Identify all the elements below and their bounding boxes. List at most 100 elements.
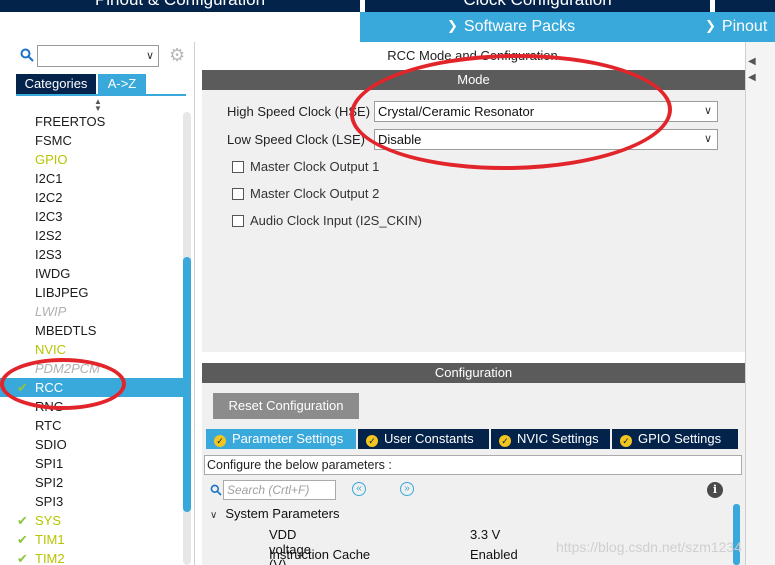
chevron-down-icon[interactable]: ∨: [146, 49, 154, 62]
mode-header: Mode: [202, 70, 745, 90]
peripheral-item[interactable]: IWDG: [0, 264, 185, 283]
search-icon[interactable]: [210, 484, 222, 496]
peripheral-label: NVIC: [35, 342, 67, 357]
peripheral-label: I2S2: [35, 228, 62, 243]
peripheral-label: I2C2: [35, 190, 63, 205]
configuration-header: Configuration: [202, 363, 745, 383]
reset-configuration-button[interactable]: Reset Configuration: [213, 393, 359, 419]
next-match-icon[interactable]: »: [400, 482, 414, 496]
tab-underline: [16, 94, 186, 96]
collapse-arrow-icon[interactable]: ◀: [748, 56, 756, 67]
right-collapsed-panel: ◀ ◀: [745, 42, 775, 565]
chevron-down-icon[interactable]: ∨: [210, 510, 217, 521]
peripheral-item[interactable]: I2C3: [0, 207, 185, 226]
peripheral-label: LWIP: [35, 304, 67, 319]
pinout-label: Pinout: [721, 18, 768, 35]
peripheral-label: IWDG: [35, 266, 71, 281]
peripheral-item[interactable]: PDM2PCM: [0, 359, 185, 378]
audio-clock-checkbox[interactable]: [232, 215, 244, 227]
tab-label: Parameter Settings: [232, 431, 344, 446]
param-value: 3.3 V: [470, 527, 501, 542]
tab-clock-configuration[interactable]: Clock Configuration: [365, 0, 710, 12]
tab-categories[interactable]: Categories: [16, 74, 96, 94]
check-circle-icon: ✓: [366, 435, 378, 447]
peripheral-item[interactable]: GPIO: [0, 150, 185, 169]
software-packs-menu[interactable]: ❯ Software Packs: [447, 16, 575, 38]
peripheral-label: LIBJPEG: [35, 285, 89, 300]
audio-clock-checkbox-row[interactable]: Audio Clock Input (I2S_CKIN): [232, 213, 422, 228]
peripheral-item[interactable]: RNG: [0, 397, 185, 416]
mco1-checkbox-row[interactable]: Master Clock Output 1: [232, 159, 379, 174]
search-icon[interactable]: [20, 48, 34, 62]
parameter-search-input[interactable]: Search (Crtl+F): [223, 480, 336, 500]
peripheral-item[interactable]: SPI2: [0, 473, 185, 492]
checkmark-icon: ✔: [17, 380, 28, 395]
scrollbar-thumb[interactable]: [733, 504, 740, 565]
gear-icon[interactable]: ⚙: [169, 46, 185, 64]
configuration-section: Reset Configuration ✓ Parameter Settings …: [202, 383, 745, 565]
peripheral-label: SYS: [35, 513, 62, 528]
peripheral-item[interactable]: I2C2: [0, 188, 185, 207]
tab-label: GPIO Settings: [638, 431, 722, 446]
peripheral-item[interactable]: I2S3: [0, 245, 185, 264]
scrollbar-thumb[interactable]: [183, 257, 191, 512]
peripheral-item[interactable]: LIBJPEG: [0, 283, 185, 302]
pinout-menu[interactable]: ❯ Pinout: [705, 16, 767, 38]
peripheral-item[interactable]: I2C1: [0, 169, 185, 188]
peripheral-list: FREERTOS FSMC GPIO I2C1 I2C2 I2C3 I2S2 I2S3 IWDG…: [0, 112, 185, 565]
checkmark-icon: ✔: [17, 532, 28, 547]
param-name: Instruction Cache: [269, 547, 371, 562]
peripheral-item[interactable]: ✔ TIM2: [0, 549, 185, 565]
tab-nvic-settings[interactable]: ✓ NVIC Settings: [491, 429, 610, 449]
peripheral-item[interactable]: SPI1: [0, 454, 185, 473]
peripheral-item[interactable]: MBEDTLS: [0, 321, 185, 340]
toolbar: ❯ Software Packs ❯ Pinout: [0, 12, 775, 42]
check-circle-icon: ✓: [499, 435, 511, 447]
software-packs-label: Software Packs: [463, 18, 576, 35]
mco2-checkbox-row[interactable]: Master Clock Output 2: [232, 186, 379, 201]
lse-value: Disable: [378, 132, 422, 147]
collapse-arrow-icon[interactable]: ◀: [748, 72, 756, 83]
peripheral-item[interactable]: RTC: [0, 416, 185, 435]
peripheral-label: RNG: [35, 399, 64, 414]
peripheral-label: GPIO: [35, 152, 68, 167]
tab-user-constants[interactable]: ✓ User Constants: [358, 429, 489, 449]
peripheral-item[interactable]: FSMC: [0, 131, 185, 150]
check-circle-icon: ✓: [214, 435, 226, 447]
tab-label: Clock Configuration: [365, 0, 710, 9]
peripheral-search-input[interactable]: ∨: [37, 45, 159, 67]
peripheral-item[interactable]: I2S2: [0, 226, 185, 245]
mco1-checkbox[interactable]: [232, 161, 244, 173]
checkbox-label: Master Clock Output 2: [250, 186, 380, 201]
mco2-checkbox[interactable]: [232, 188, 244, 200]
param-group-system[interactable]: ∨ System Parameters: [210, 506, 339, 521]
tab-a-to-z[interactable]: A->Z: [98, 74, 146, 94]
peripheral-item[interactable]: SPI3: [0, 492, 185, 511]
peripheral-label: I2C1: [35, 171, 63, 186]
peripheral-item[interactable]: FREERTOS: [0, 112, 185, 131]
peripheral-label: RTC: [35, 418, 62, 433]
checkmark-icon: ✔: [17, 551, 28, 565]
lse-select[interactable]: Disable ∨: [374, 129, 718, 150]
tab-extra[interactable]: [715, 0, 775, 12]
tab-parameter-settings[interactable]: ✓ Parameter Settings: [206, 429, 356, 449]
sort-icon[interactable]: ▲ ▼: [94, 98, 102, 113]
tab-pinout-configuration[interactable]: Pinout & Configuration: [0, 0, 360, 12]
peripheral-label: SPI3: [35, 494, 64, 509]
peripheral-label: SDIO: [35, 437, 67, 452]
checkbox-label: Audio Clock Input (I2S_CKIN): [250, 213, 422, 228]
peripheral-item[interactable]: ✔ RCC: [0, 378, 185, 397]
peripheral-item[interactable]: SDIO: [0, 435, 185, 454]
peripheral-item[interactable]: LWIP: [0, 302, 185, 321]
previous-match-icon[interactable]: «: [352, 482, 366, 496]
rcc-config-panel: RCC Mode and Configuration Mode High Spe…: [200, 42, 745, 565]
peripheral-label: MBEDTLS: [35, 323, 97, 338]
peripheral-item[interactable]: ✔ TIM1: [0, 530, 185, 549]
peripheral-item[interactable]: NVIC: [0, 340, 185, 359]
peripheral-item[interactable]: ✔ SYS: [0, 511, 185, 530]
tab-gpio-settings[interactable]: ✓ GPIO Settings: [612, 429, 738, 449]
hse-select[interactable]: Crystal/Ceramic Resonator ∨: [374, 101, 718, 122]
info-icon[interactable]: i: [707, 482, 723, 498]
chevron-down-icon: ❯: [447, 18, 458, 33]
peripheral-label: SPI2: [35, 475, 64, 490]
